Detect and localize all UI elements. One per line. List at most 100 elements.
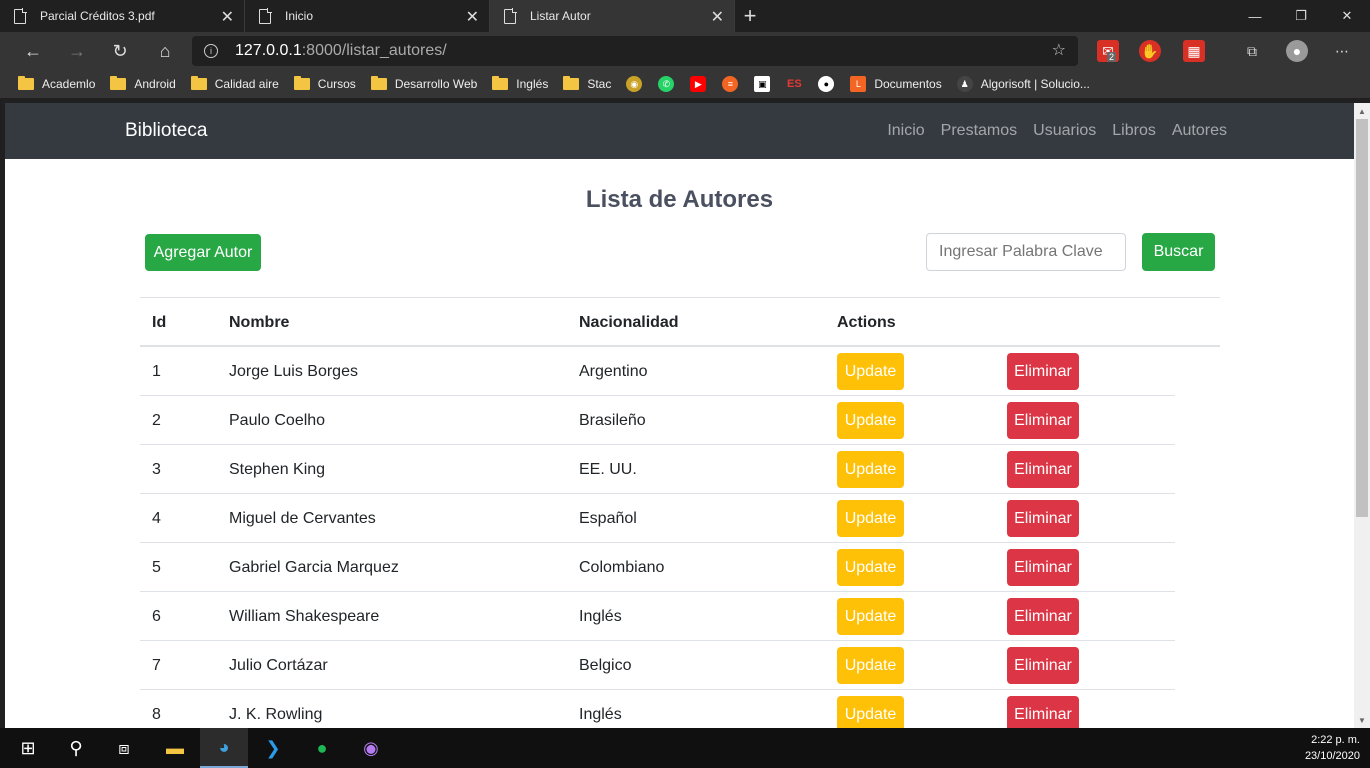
browser-tab[interactable]: Inicio ✕ bbox=[245, 0, 490, 32]
file-explorer-icon[interactable]: ▬ bbox=[151, 728, 199, 768]
more-menu-icon[interactable]: ⋯ bbox=[1331, 40, 1353, 62]
address-bar[interactable]: i 127.0.0.1:8000/listar_autores/ ☆ bbox=[192, 36, 1078, 66]
folder-icon bbox=[110, 76, 127, 90]
profile-avatar-icon[interactable]: ● bbox=[1286, 40, 1308, 62]
bookmark-folder[interactable]: Desarrollo Web bbox=[370, 70, 477, 98]
bookmark-folder[interactable]: Android bbox=[110, 70, 176, 98]
refresh-icon[interactable]: ↻ bbox=[100, 32, 140, 70]
folder-icon bbox=[492, 76, 509, 90]
close-tab-icon[interactable]: ✕ bbox=[466, 7, 479, 27]
spotify-icon[interactable]: ● bbox=[298, 728, 346, 768]
browser-toolbar: ← → ↻ ⌂ i 127.0.0.1:8000/listar_autores/… bbox=[0, 32, 1370, 70]
bookmark-link[interactable]: L Documentos bbox=[850, 70, 942, 98]
cell-id: 8 bbox=[152, 706, 161, 723]
site-nav-links: Inicio Prestamos Usuarios Libros Autores bbox=[871, 122, 1227, 140]
nav-link-usuarios[interactable]: Usuarios bbox=[1033, 122, 1096, 140]
edge-browser-icon[interactable]: ◕ bbox=[200, 728, 248, 768]
table-row: 6 William Shakespeare Inglés Update Elim… bbox=[140, 592, 1175, 641]
search-button[interactable]: Buscar bbox=[1142, 233, 1215, 271]
bookmark-folder[interactable]: Stac bbox=[563, 70, 611, 98]
minimize-icon[interactable]: — bbox=[1232, 0, 1278, 32]
app-icon[interactable]: ◉ bbox=[347, 728, 395, 768]
scrollbar-thumb[interactable] bbox=[1356, 119, 1368, 517]
search-input[interactable] bbox=[926, 233, 1126, 271]
scroll-up-icon[interactable]: ▲ bbox=[1354, 103, 1370, 119]
bookmark-folder[interactable]: Cursos bbox=[293, 70, 356, 98]
task-view-icon[interactable]: ⧈ bbox=[100, 728, 148, 768]
update-button[interactable]: Update bbox=[837, 451, 904, 488]
new-tab-icon[interactable]: + bbox=[735, 0, 765, 32]
extension-icon[interactable]: ▦ bbox=[1183, 40, 1205, 62]
back-arrow-icon[interactable]: ← bbox=[13, 32, 53, 70]
page-scrollbar[interactable]: ▲ ▼ bbox=[1354, 103, 1370, 728]
table-row: 2 Paulo Coelho Brasileño Update Eliminar bbox=[140, 396, 1175, 445]
scroll-down-icon[interactable]: ▼ bbox=[1354, 712, 1370, 728]
bookmark-label: Algorisoft | Solucio... bbox=[980, 77, 1090, 91]
document-icon bbox=[504, 7, 517, 24]
bookmark-folder[interactable]: Academlo bbox=[18, 70, 95, 98]
bookmark-label: Documentos bbox=[874, 77, 942, 91]
adblock-extension-icon[interactable]: ✋ bbox=[1139, 40, 1161, 62]
delete-button[interactable]: Eliminar bbox=[1007, 353, 1079, 390]
bookmark-folder[interactable]: Inglés bbox=[492, 70, 548, 98]
close-tab-icon[interactable]: ✕ bbox=[221, 7, 234, 27]
cell-id: 7 bbox=[152, 657, 161, 674]
update-button[interactable]: Update bbox=[837, 647, 904, 684]
bookmark-favicon-icon[interactable]: ≡ bbox=[722, 76, 739, 92]
clock-date: 23/10/2020 bbox=[1304, 750, 1360, 762]
update-button[interactable]: Update bbox=[837, 500, 904, 537]
nav-link-libros[interactable]: Libros bbox=[1112, 122, 1156, 140]
vscode-icon[interactable]: ❯ bbox=[249, 728, 297, 768]
nav-link-inicio[interactable]: Inicio bbox=[887, 122, 924, 140]
browser-tab-active[interactable]: Listar Autor ✕ bbox=[490, 0, 735, 32]
whatsapp-icon[interactable]: ✆ bbox=[658, 76, 675, 92]
url-host: 127.0.0.1 bbox=[235, 42, 302, 59]
bookmark-label: Calidad aire bbox=[214, 77, 279, 91]
spanish-dictionary-icon[interactable]: ES bbox=[786, 76, 802, 92]
system-clock[interactable]: 2:22 p. m. 23/10/2020 bbox=[1305, 732, 1360, 764]
update-button[interactable]: Update bbox=[837, 402, 904, 439]
delete-button[interactable]: Eliminar bbox=[1007, 598, 1079, 635]
nav-link-autores[interactable]: Autores bbox=[1172, 122, 1227, 140]
maximize-icon[interactable]: ❐ bbox=[1278, 0, 1324, 32]
favorite-star-icon[interactable]: ☆ bbox=[1052, 40, 1066, 60]
delete-button[interactable]: Eliminar bbox=[1007, 451, 1079, 488]
nav-link-prestamos[interactable]: Prestamos bbox=[941, 122, 1017, 140]
bookmark-favicon-icon[interactable]: ◉ bbox=[626, 76, 643, 92]
cell-nombre: Gabriel Garcia Marquez bbox=[229, 559, 399, 576]
delete-button[interactable]: Eliminar bbox=[1007, 500, 1079, 537]
close-window-icon[interactable]: ✕ bbox=[1324, 0, 1370, 32]
update-button[interactable]: Update bbox=[837, 598, 904, 635]
terminal-icon[interactable]: ▣ bbox=[754, 76, 771, 92]
cell-nacionalidad: EE. UU. bbox=[579, 461, 637, 478]
site-info-icon[interactable]: i bbox=[204, 44, 218, 58]
add-author-button[interactable]: Agregar Autor bbox=[145, 234, 261, 271]
bookmark-folder[interactable]: Calidad aire bbox=[190, 70, 279, 98]
youtube-icon[interactable]: ▶ bbox=[690, 76, 707, 92]
search-icon[interactable]: ⚲ bbox=[52, 728, 100, 768]
delete-button[interactable]: Eliminar bbox=[1007, 549, 1079, 586]
page-title: Lista de Autores bbox=[585, 186, 774, 213]
site-brand[interactable]: Biblioteca bbox=[125, 120, 207, 142]
collections-icon[interactable]: ⧉ bbox=[1241, 40, 1263, 62]
home-icon[interactable]: ⌂ bbox=[145, 32, 185, 70]
github-icon[interactable]: ● bbox=[818, 76, 835, 92]
close-tab-icon[interactable]: ✕ bbox=[711, 7, 724, 27]
cell-id: 3 bbox=[152, 461, 161, 478]
bookmark-link[interactable]: ♟ Algorisoft | Solucio... bbox=[956, 70, 1090, 98]
delete-button[interactable]: Eliminar bbox=[1007, 402, 1079, 439]
update-button[interactable]: Update bbox=[837, 353, 904, 390]
forward-arrow-icon[interactable]: → bbox=[57, 32, 97, 70]
windows-start-icon[interactable]: ⊞ bbox=[4, 728, 52, 768]
update-button[interactable]: Update bbox=[837, 549, 904, 586]
bookmark-label: Cursos bbox=[317, 77, 356, 91]
column-header-id: Id bbox=[152, 314, 167, 331]
algorisoft-icon: ♟ bbox=[956, 76, 973, 92]
column-header-nombre: Nombre bbox=[229, 314, 290, 331]
update-button[interactable]: Update bbox=[837, 696, 904, 728]
browser-tab[interactable]: Parcial Créditos 3.pdf ✕ bbox=[0, 0, 245, 32]
delete-button[interactable]: Eliminar bbox=[1007, 647, 1079, 684]
folder-icon bbox=[190, 76, 207, 90]
delete-button[interactable]: Eliminar bbox=[1007, 696, 1079, 728]
cell-nacionalidad: Brasileño bbox=[579, 412, 646, 429]
